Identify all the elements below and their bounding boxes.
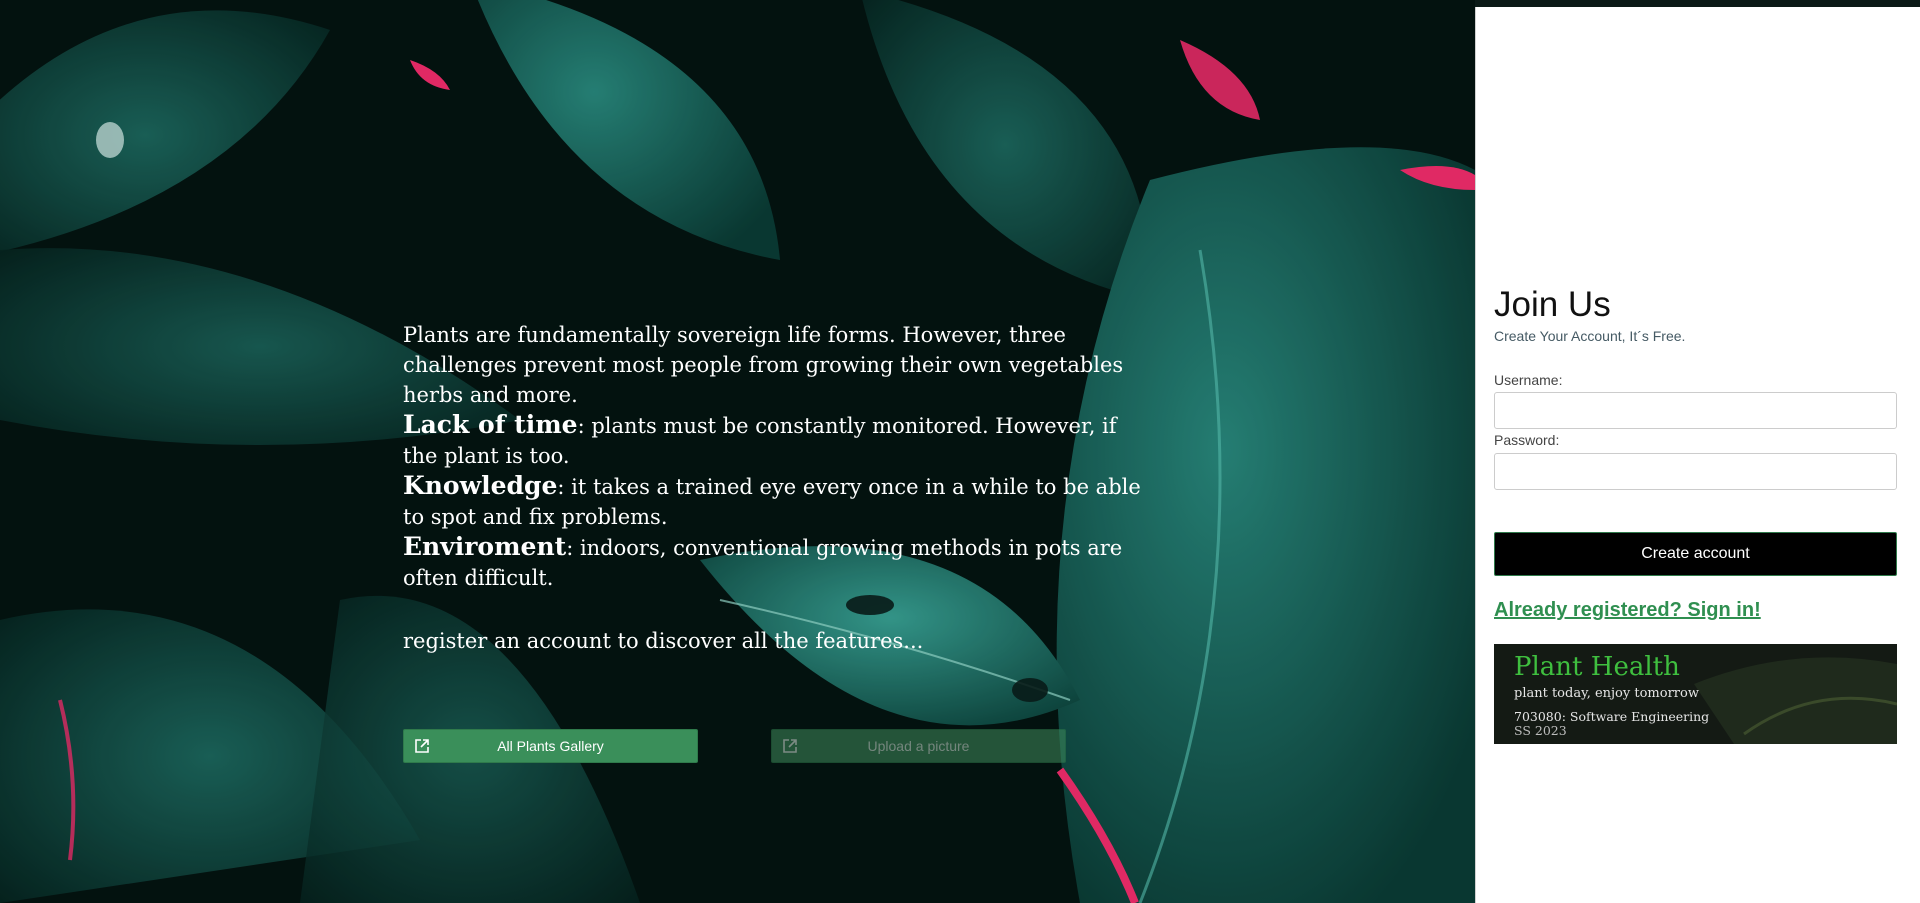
plant-health-banner: Plant Health plant today, enjoy tomorrow… (1494, 644, 1897, 744)
external-link-icon (413, 737, 431, 755)
create-account-button[interactable]: Create account (1494, 532, 1897, 576)
challenge-environment: Enviroment: indoors, conventional growin… (403, 532, 1148, 593)
banner-semester: SS 2023 (1514, 723, 1567, 738)
challenge-time: Lack of time: plants must be constantly … (403, 410, 1148, 471)
banner-tagline: plant today, enjoy tomorrow (1514, 686, 1699, 701)
upload-picture-label: Upload a picture (867, 738, 970, 754)
challenge-environment-term: Enviroment (403, 532, 567, 561)
sign-in-link[interactable]: Already registered? Sign in! (1494, 599, 1761, 622)
password-label: Password: (1494, 432, 1560, 448)
register-cta: register an account to discover all the … (403, 629, 924, 653)
username-label: Username: (1494, 372, 1563, 388)
challenge-time-term: Lack of time (403, 410, 578, 439)
challenge-knowledge-term: Knowledge (403, 471, 558, 500)
all-plants-gallery-button[interactable]: All Plants Gallery (403, 729, 698, 763)
signup-panel: Join Us Create Your Account, It´s Free. … (1475, 7, 1920, 903)
password-input[interactable] (1494, 453, 1897, 490)
intro-text: Plants are fundamentally sovereign life … (403, 320, 1148, 656)
challenge-knowledge: Knowledge: it takes a trained eye every … (403, 471, 1148, 532)
intro-paragraph: Plants are fundamentally sovereign life … (403, 323, 1124, 407)
page-title: Join Us (1494, 285, 1611, 324)
banner-title: Plant Health (1514, 652, 1680, 682)
all-plants-gallery-label: All Plants Gallery (497, 738, 604, 754)
banner-course: 703080: Software Engineering (1514, 709, 1710, 724)
upload-picture-button[interactable]: Upload a picture (771, 729, 1066, 763)
username-input[interactable] (1494, 392, 1897, 429)
external-link-icon (781, 737, 799, 755)
page-subtitle: Create Your Account, It´s Free. (1494, 328, 1686, 344)
